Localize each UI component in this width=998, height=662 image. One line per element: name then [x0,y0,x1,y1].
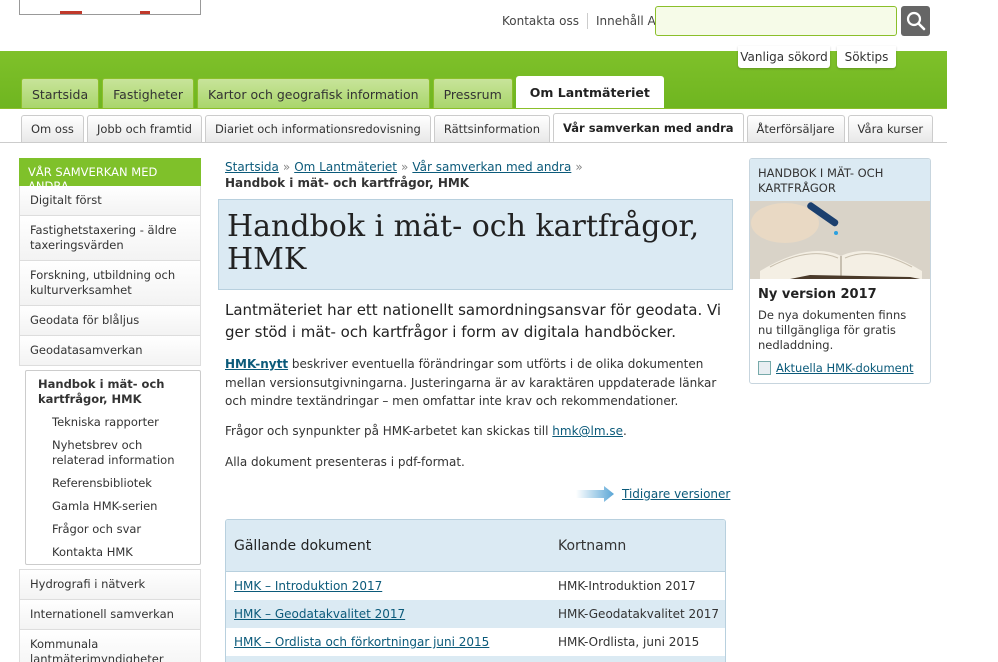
previous-versions-link[interactable]: Tidigare versioner [622,487,730,501]
subtab-jobb[interactable]: Jobb och framtid [86,115,202,142]
subtab-om-oss[interactable]: Om oss [21,115,84,142]
table-row [226,656,725,662]
page-title: Handbok i mät- och kartfrågor, HMK [227,209,700,277]
leftnav-subitem[interactable]: Tekniska rapporter [26,411,200,434]
breadcrumb-link[interactable]: Startsida [225,160,279,174]
tab-kartor[interactable]: Kartor och geografisk information [197,78,430,109]
left-nav-heading[interactable]: VÅR SAMVERKAN MED ANDRA [19,158,201,193]
leftnav-subitem[interactable]: Gamla HMK-serien [26,495,200,518]
table-row: HMK – Introduktion 2017 HMK-Introduktion… [226,572,725,600]
search-icon [906,11,925,31]
tab-startsida[interactable]: Startsida [21,78,100,109]
subtab-samverkan[interactable]: Vår samverkan med andra [553,113,744,142]
subtab-rattsinformation[interactable]: Rättsinformation [433,115,551,142]
main-nav: Startsida Fastigheter Kartor och geograf… [21,76,667,109]
current-documents-link-row[interactable]: Aktuella HMK-dokument [750,355,930,381]
short-name: HMK-Ordlista, juni 2015 [558,635,700,649]
hmk-nytt-paragraph: HMK-nytt beskriver eventuella förändring… [225,357,717,408]
promo-title: Ny version 2017 [758,287,877,302]
arrow-right-icon [576,486,614,502]
promo-text: De nya dokumenten finns nu tillgängliga … [758,308,907,352]
tab-fastigheter[interactable]: Fastigheter [102,78,194,109]
leftnav-item[interactable]: Kommunala lantmäterimyndigheter [19,630,201,662]
leftnav-item[interactable]: Geodatasamverkan [19,336,201,366]
leftnav-item[interactable]: Fastighetstaxering - äldre taxeringsvärd… [19,216,201,261]
leftnav-item[interactable]: Hydrografi i nätverk [19,569,201,600]
subtab-kurser[interactable]: Våra kurser [847,115,934,142]
subtab-diariet[interactable]: Diariet och informationsredovisning [204,115,431,142]
promo-heading: HANDBOK I MÄT- OCH KARTFRÅGOR [750,159,930,201]
document-icon [758,361,771,375]
leftnav-subitem[interactable]: Nyhetsbrev och relaterad information [26,434,200,472]
documents-table: Gällande dokument Kortnamn HMK – Introdu… [225,519,726,662]
leftnav-current-group: Handbok i mät- och kartfrågor, HMK Tekni… [25,370,201,565]
breadcrumb-current: Handbok i mät- och kartfrågor, HMK [225,176,470,190]
leftnav-item[interactable]: Geodata för blåljus [19,306,201,336]
column-header: Kortnamn [558,537,627,554]
common-search-terms-button[interactable]: Vanliga sökord [738,46,830,68]
short-name: HMK-Geodatakvalitet 2017 [558,607,720,621]
document-link[interactable]: HMK – Geodatakvalitet 2017 [234,607,405,621]
leftnav-subitem[interactable]: Frågor och svar [26,518,200,541]
pdf-note: Alla dokument presenteras i pdf-format. [225,455,465,469]
top-links: Kontakta oss Innehåll A-Ö [502,13,670,29]
table-row: HMK – Geodatakvalitet 2017 HMK-Geodatakv… [226,600,725,628]
document-link[interactable]: HMK – Ordlista och förkortningar juni 20… [234,635,489,649]
leftnav-item[interactable]: Forskning, utbildning och kulturverksamh… [19,261,201,306]
breadcrumb-link[interactable]: Om Lantmäteriet [294,160,397,174]
search-button[interactable] [901,6,930,36]
site-logo[interactable] [19,0,201,15]
email-link[interactable]: hmk@lm.se [552,424,623,438]
leftnav-item[interactable]: Internationell samverkan [19,600,201,630]
leftnav-subitem[interactable]: Kontakta HMK [26,541,200,564]
table-header: Gällande dokument Kortnamn [226,520,725,572]
lead-paragraph: Lantmäteriet har ett nationellt samordni… [225,301,722,341]
breadcrumb-link[interactable]: Vår samverkan med andra [412,160,571,174]
current-documents-link[interactable]: Aktuella HMK-dokument [776,361,914,375]
hmk-promo-box: HANDBOK I MÄT- OCH KARTFRÅGOR Ny version… [749,158,931,384]
subtab-aterforsaljare[interactable]: Återförsäljare [746,115,845,142]
leftnav-current-item[interactable]: Handbok i mät- och kartfrågor, HMK [26,371,200,411]
document-link[interactable]: HMK – Introduktion 2017 [234,579,382,593]
search-tips-button[interactable]: Söktips [837,46,896,68]
contact-link[interactable]: Kontakta oss [502,14,579,28]
book-image [750,201,930,279]
short-name: HMK-Introduktion 2017 [558,579,696,593]
table-row: HMK – Ordlista och förkortningar juni 20… [226,628,725,656]
search-input[interactable] [655,6,897,36]
tab-pressrum[interactable]: Pressrum [432,78,513,109]
page-title-box: Handbok i mät- och kartfrågor, HMK [218,199,733,290]
leftnav-subitem[interactable]: Referensbibliotek [26,472,200,495]
column-header: Gällande dokument [234,537,372,554]
left-nav: VÅR SAMVERKAN MED ANDRA Digitalt först F… [19,158,201,662]
book-photo [750,201,930,279]
hmk-nytt-link[interactable]: HMK-nytt [225,357,288,371]
breadcrumb: Startsida» Om Lantmäteriet» Vår samverkan … [225,159,725,191]
contact-paragraph: Frågor och synpunkter på HMK-arbetet kan… [225,424,627,438]
sub-nav: Om oss Jobb och framtid Diariet och info… [21,113,936,142]
previous-versions[interactable]: Tidigare versioner [576,486,730,502]
tab-om-lantmateriet[interactable]: Om Lantmäteriet [515,76,664,109]
